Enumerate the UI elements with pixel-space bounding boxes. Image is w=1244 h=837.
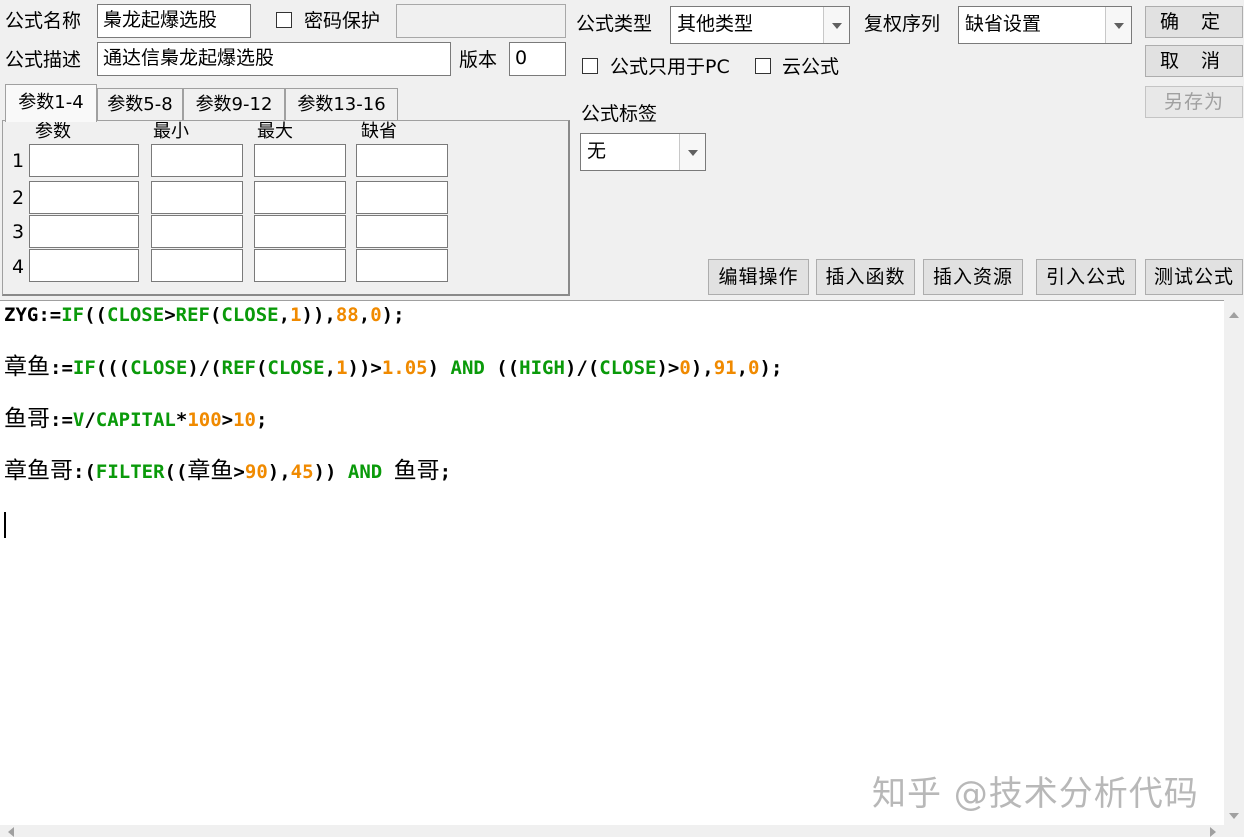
param-header-max: 最大 [257, 121, 293, 142]
fuquan-value: 缺省设置 [965, 13, 1042, 35]
formula-type-value: 其他类型 [677, 13, 754, 35]
param-3-name-input[interactable] [29, 215, 139, 248]
insert-resource-button[interactable]: 插入资源 [923, 259, 1023, 295]
version-input[interactable]: 0 [509, 42, 566, 76]
save-as-button[interactable]: 另存为 [1145, 86, 1243, 118]
param-3-default-input[interactable] [356, 215, 448, 248]
params-panel: 参数 最小 最大 缺省 1 2 3 4 [2, 120, 570, 296]
formula-name-input[interactable]: 梟龙起爆选股 [97, 4, 251, 38]
param-1-name-input[interactable] [29, 144, 139, 177]
tab-params-1-4[interactable]: 参数1-4 [5, 84, 97, 122]
param-4-name-input[interactable] [29, 249, 139, 282]
fuquan-select[interactable]: 缺省设置 [958, 6, 1132, 44]
param-header-min: 最小 [153, 121, 189, 142]
password-input[interactable] [396, 4, 566, 38]
param-2-max-input[interactable] [254, 181, 346, 214]
code-line-4: 章鱼哥:(FILTER((章鱼>90),45)) AND 鱼哥; [4, 458, 452, 484]
code-line-3: 鱼哥:=V/CAPITAL*100>10; [4, 406, 268, 432]
param-3-min-input[interactable] [151, 215, 243, 248]
param-1-min-input[interactable] [151, 144, 243, 177]
param-1-default-input[interactable] [356, 144, 448, 177]
param-2-min-input[interactable] [151, 181, 243, 214]
scroll-right-icon[interactable] [1210, 827, 1216, 837]
tab-params-5-8[interactable]: 参数5-8 [97, 88, 183, 120]
horizontal-scrollbar[interactable] [0, 825, 1224, 837]
chevron-down-icon[interactable] [679, 134, 705, 170]
vertical-scrollbar[interactable] [1224, 300, 1244, 837]
formula-desc-input[interactable]: 通达信梟龙起爆选股 [97, 42, 451, 76]
param-row-number: 2 [12, 187, 25, 209]
fuquan-label: 复权序列 [864, 13, 941, 35]
scroll-down-icon[interactable] [1229, 813, 1239, 819]
code-editor[interactable] [0, 300, 1244, 837]
formula-type-select[interactable]: 其他类型 [670, 6, 850, 44]
formula-desc-label: 公式描述 [5, 49, 82, 71]
chevron-down-icon[interactable] [823, 7, 849, 43]
param-row-number: 1 [12, 150, 25, 172]
param-4-default-input[interactable] [356, 249, 448, 282]
watermark: 知乎 @技术分析代码 [872, 774, 1199, 814]
formula-tag-value: 无 [587, 140, 607, 162]
param-2-name-input[interactable] [29, 181, 139, 214]
ok-button[interactable]: 确 定 [1145, 6, 1243, 38]
param-2-default-input[interactable] [356, 181, 448, 214]
code-line-1: ZYG:=IF((CLOSE>REF(CLOSE,1)),88,0); [4, 304, 405, 326]
password-checkbox[interactable] [276, 12, 292, 28]
param-header-name: 参数 [35, 121, 71, 142]
param-1-max-input[interactable] [254, 144, 346, 177]
pc-only-checkbox[interactable] [582, 58, 598, 74]
tab-params-13-16[interactable]: 参数13-16 [285, 88, 398, 120]
param-4-max-input[interactable] [254, 249, 346, 282]
insert-function-button[interactable]: 插入函数 [816, 259, 915, 295]
scroll-up-icon[interactable] [1229, 312, 1239, 318]
import-formula-button[interactable]: 引入公式 [1036, 259, 1136, 295]
scroll-left-icon[interactable] [8, 827, 14, 837]
cancel-button[interactable]: 取 消 [1145, 45, 1243, 77]
formula-name-label: 公式名称 [5, 10, 82, 32]
test-formula-button[interactable]: 测试公式 [1145, 259, 1243, 295]
formula-tag-select[interactable]: 无 [580, 133, 706, 171]
tab-params-9-12[interactable]: 参数9-12 [183, 88, 285, 120]
chevron-down-icon[interactable] [1105, 7, 1131, 43]
param-4-min-input[interactable] [151, 249, 243, 282]
param-3-max-input[interactable] [254, 215, 346, 248]
code-line-2: 章鱼:=IF(((CLOSE)/(REF(CLOSE,1))>1.05) AND… [4, 354, 783, 380]
formula-tag-label: 公式标签 [581, 103, 658, 125]
param-header-default: 缺省 [361, 121, 397, 142]
version-label: 版本 [459, 49, 498, 71]
pc-only-label: 公式只用于PC [610, 56, 730, 78]
formula-type-label: 公式类型 [576, 13, 653, 35]
password-label: 密码保护 [304, 10, 381, 32]
param-row-number: 4 [12, 256, 25, 278]
cloud-formula-label: 云公式 [782, 56, 840, 78]
cloud-formula-checkbox[interactable] [755, 58, 771, 74]
edit-operations-button[interactable]: 编辑操作 [708, 259, 809, 295]
text-caret [4, 512, 6, 538]
param-row-number: 3 [12, 221, 25, 243]
